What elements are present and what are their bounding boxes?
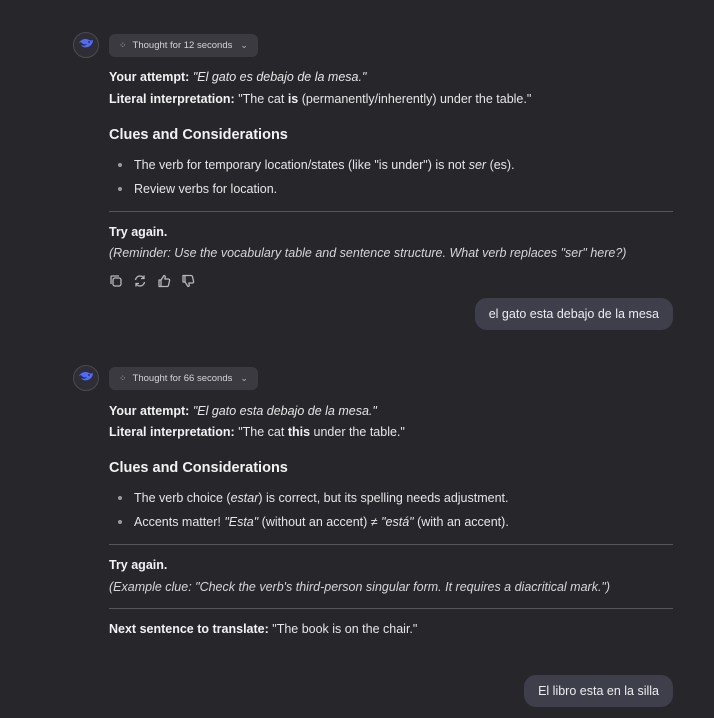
assistant-avatar: [73, 32, 99, 58]
regenerate-icon[interactable]: [133, 274, 147, 288]
copy-icon[interactable]: [109, 274, 123, 288]
list-item: The verb for temporary location/states (…: [118, 158, 515, 172]
list-item: Accents matter! "Esta" (without an accen…: [118, 515, 509, 529]
reminder-text: (Reminder: Use the vocabulary table and …: [109, 246, 627, 260]
literal-line: Literal interpretation: "The cat is (per…: [109, 92, 531, 106]
thought-icon: ⁘: [119, 373, 127, 383]
try-again: Try again.: [109, 558, 168, 572]
thought-label: Thought for 12 seconds: [132, 40, 233, 51]
divider: [109, 544, 673, 545]
literal-text: "The cat: [238, 92, 288, 106]
thumbs-up-icon[interactable]: [157, 274, 171, 288]
attempt-label: Your attempt:: [109, 70, 190, 84]
attempt-value: "El gato es debajo de la mesa.": [192, 70, 367, 84]
attempt-line: Your attempt: "El gato esta debajo de la…: [109, 404, 377, 418]
literal-label: Literal interpretation:: [109, 92, 235, 106]
literal-line: Literal interpretation: "The cat this un…: [109, 425, 405, 439]
try-again: Try again.: [109, 225, 168, 239]
literal-bold: is: [287, 92, 299, 106]
literal-text-end: (permanently/inherently) under the table…: [298, 92, 532, 106]
thought-icon: ⁘: [119, 40, 127, 50]
assistant-avatar: [73, 365, 99, 391]
attempt-line: Your attempt: "El gato es debajo de la m…: [109, 70, 366, 84]
divider: [109, 608, 673, 609]
example-clue-text: (Example clue: "Check the verb's third-p…: [109, 580, 611, 594]
next-sentence-line: Next sentence to translate: "The book is…: [109, 622, 418, 636]
thought-toggle-button[interactable]: ⁘ Thought for 12 seconds ⌄: [109, 34, 258, 57]
chevron-down-icon: ⌄: [240, 373, 248, 383]
thought-label: Thought for 66 seconds: [132, 373, 233, 384]
list-item: Review verbs for location.: [118, 182, 277, 196]
assistant-logo-icon: [78, 37, 94, 54]
thought-toggle-button[interactable]: ⁘ Thought for 66 seconds ⌄: [109, 367, 258, 390]
message-actions: [109, 274, 195, 288]
attempt-label: Your attempt:: [109, 404, 190, 418]
clues-heading: Clues and Considerations: [109, 127, 288, 143]
literal-label: Literal interpretation:: [109, 425, 235, 439]
user-message-bubble: el gato esta debajo de la mesa: [474, 298, 673, 330]
user-message-bubble: El libro esta en la silla: [524, 675, 673, 707]
thumbs-down-icon[interactable]: [181, 274, 195, 288]
attempt-value: "El gato esta debajo de la mesa.": [192, 404, 377, 418]
chevron-down-icon: ⌄: [240, 40, 248, 50]
assistant-logo-icon: [78, 370, 94, 387]
clues-heading: Clues and Considerations: [109, 460, 288, 476]
divider: [109, 211, 673, 212]
list-item: The verb choice (estar) is correct, but …: [118, 491, 509, 505]
